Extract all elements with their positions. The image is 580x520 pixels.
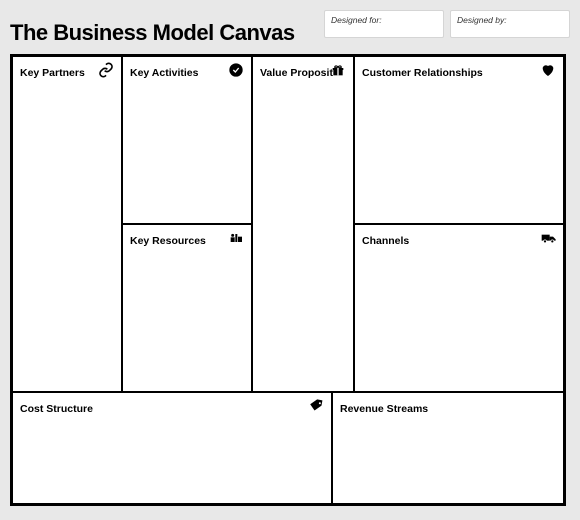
meta-fields: Designed for: Designed by: xyxy=(324,10,570,38)
factory-icon xyxy=(228,230,244,246)
key-activities-label: Key Activities xyxy=(130,67,198,79)
channels-label: Channels xyxy=(362,235,409,247)
value-proposition-label: Value Proposit xyxy=(260,67,333,79)
key-activities-box[interactable]: Key Activities xyxy=(122,56,252,224)
designed-for-field[interactable]: Designed for: xyxy=(324,10,444,38)
revenue-streams-label: Revenue Streams xyxy=(340,403,428,415)
customer-relationships-box[interactable]: Customer Relationships xyxy=(354,56,564,224)
tag-icon xyxy=(308,398,324,414)
page: The Business Model Canvas Designed for: … xyxy=(0,0,580,520)
gift-icon xyxy=(330,62,346,78)
designed-for-label: Designed for: xyxy=(331,15,382,25)
check-circle-icon xyxy=(228,62,244,78)
cost-structure-box[interactable]: Cost Structure xyxy=(12,392,332,504)
heart-icon xyxy=(540,62,556,78)
value-proposition-box[interactable]: Value Proposit xyxy=(252,56,354,392)
truck-icon xyxy=(540,230,556,246)
canvas-grid: Key Partners Key Activities Key Resource… xyxy=(10,54,566,506)
key-partners-label: Key Partners xyxy=(20,67,85,79)
cost-structure-label: Cost Structure xyxy=(20,403,93,415)
header: The Business Model Canvas Designed for: … xyxy=(10,10,570,46)
key-resources-box[interactable]: Key Resources xyxy=(122,224,252,392)
revenue-streams-box[interactable]: Revenue Streams xyxy=(332,392,564,504)
key-resources-label: Key Resources xyxy=(130,235,206,247)
page-title: The Business Model Canvas xyxy=(10,10,324,46)
channels-box[interactable]: Channels xyxy=(354,224,564,392)
customer-relationships-label: Customer Relationships xyxy=(362,67,483,79)
designed-by-label: Designed by: xyxy=(457,15,507,25)
link-icon xyxy=(98,62,114,78)
designed-by-field[interactable]: Designed by: xyxy=(450,10,570,38)
key-partners-box[interactable]: Key Partners xyxy=(12,56,122,392)
